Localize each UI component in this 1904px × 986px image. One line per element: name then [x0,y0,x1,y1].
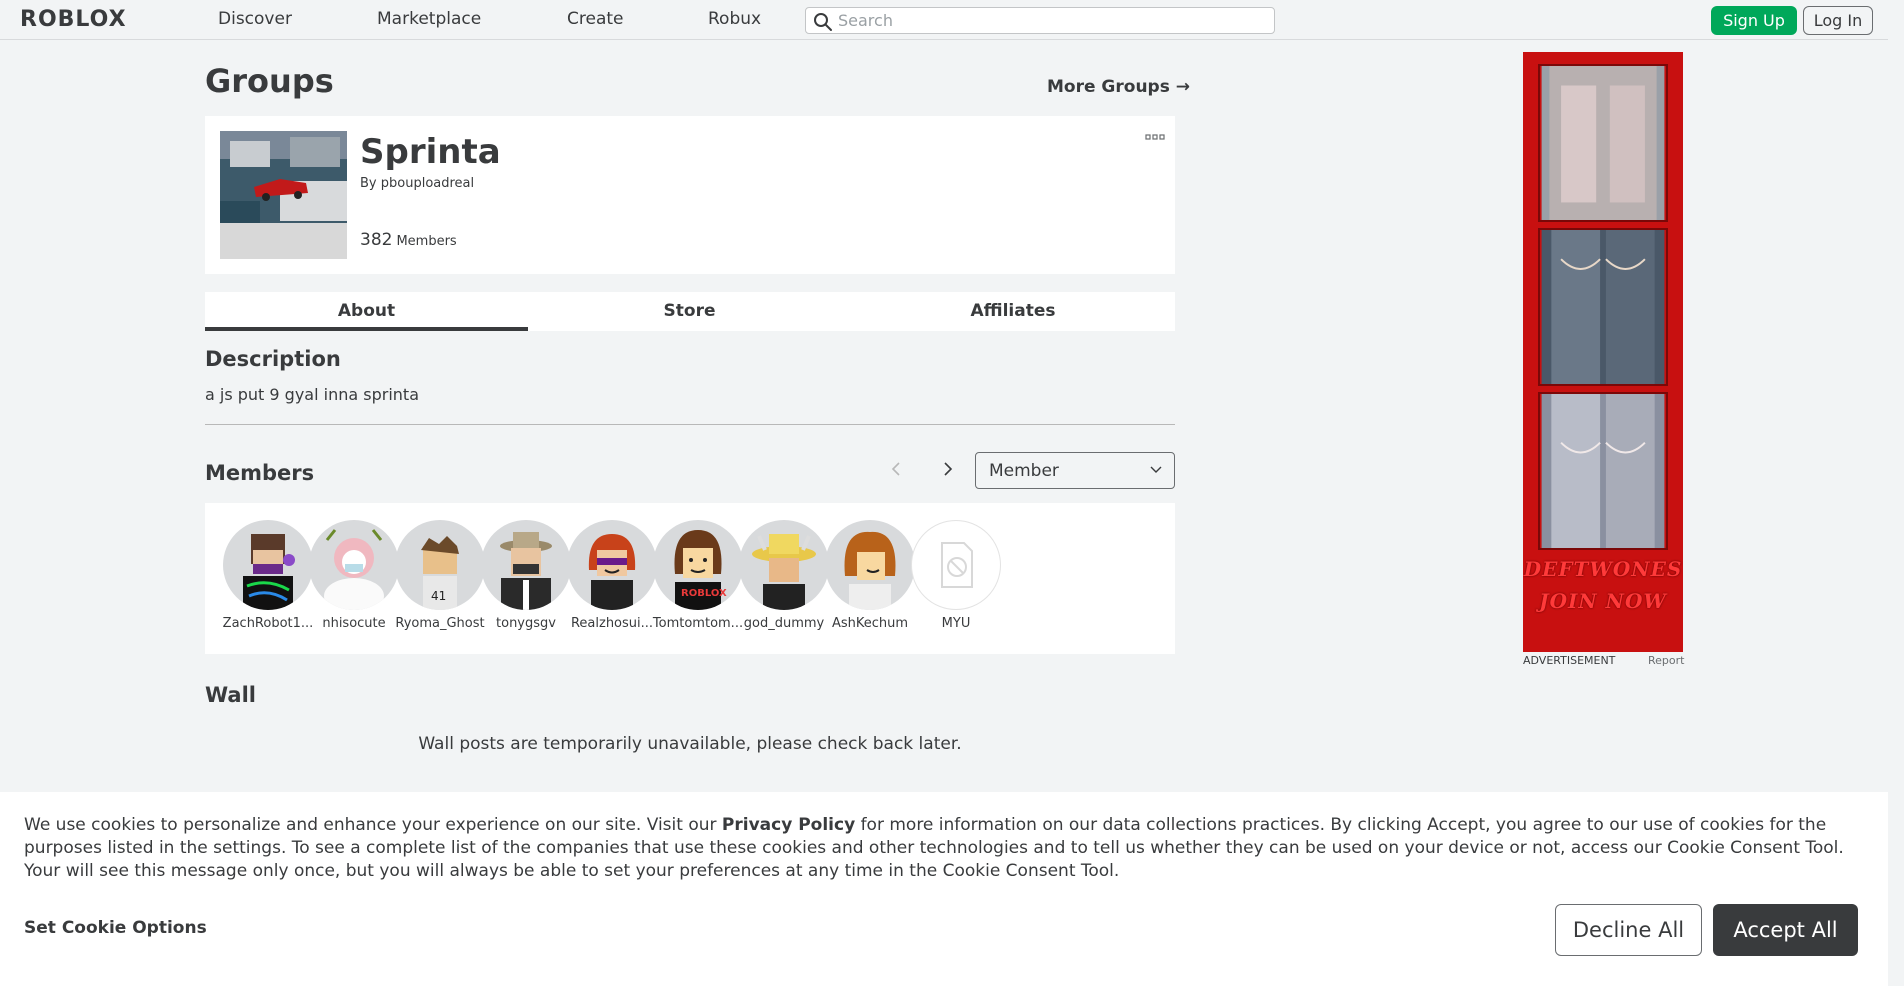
group-name: Sprinta [360,132,501,172]
member-username: Realzhosui... [570,616,654,631]
nav-robux[interactable]: Robux [708,9,761,29]
ad-report-link[interactable]: Report [1648,654,1684,667]
group-header-card: Sprinta By pbouploadreal 382 Members [205,116,1175,274]
owner-prefix: By [360,176,377,191]
ad-headline: DEFTWONES [1523,557,1683,581]
ad-label: ADVERTISEMENT [1523,654,1616,667]
log-in-button[interactable]: Log In [1803,6,1873,35]
member-item[interactable]: 41 Ryoma_Ghost [394,520,486,631]
avatar [567,520,657,610]
group-owner: By pbouploadreal [360,176,474,191]
tab-about[interactable]: About [205,292,528,331]
avatar: 41 [395,520,485,610]
avatar [739,520,829,610]
role-dropdown[interactable]: Member [975,452,1175,489]
avatar: ROBLOX [653,520,743,610]
nav-discover[interactable]: Discover [218,9,292,29]
search-input[interactable] [838,9,1268,32]
member-item[interactable]: ROBLOX Tomtomtom... [652,520,744,631]
sign-up-button[interactable]: Sign Up [1711,6,1797,35]
member-username: ZachRobot1... [222,616,314,631]
member-username: MYU [941,616,971,631]
decline-all-button[interactable]: Decline All [1555,904,1702,956]
ad-subheadline: JOIN NOW [1539,589,1667,613]
owner-link[interactable]: pbouploadreal [381,176,474,191]
tab-affiliates[interactable]: Affiliates [851,292,1175,331]
member-item[interactable]: nhisocute [308,520,400,631]
page-scrollbar[interactable] [1888,0,1904,986]
svg-text:ROBLOX: ROBLOX [681,588,727,599]
page-title: Groups [205,62,334,100]
cookie-message: We use cookies to personalize and enhanc… [24,814,1864,883]
tab-store[interactable]: Store [528,292,851,331]
member-item[interactable]: Realzhosui... [566,520,658,631]
top-navigation-bar: ROBLOX Discover Marketplace Create Robux… [0,0,1904,40]
avatar [309,520,399,610]
privacy-policy-link[interactable]: Privacy Policy [722,815,855,835]
avatar [911,520,1001,610]
group-tabs: About Store Affiliates [205,292,1175,331]
advertisement-banner[interactable]: DEFTWONES JOIN NOW [1523,52,1683,652]
member-item[interactable]: AshKechum [824,520,916,631]
search-box [805,7,1275,34]
avatar [481,520,571,610]
chevron-right-icon[interactable] [937,458,959,480]
unavailable-image-icon [941,542,973,588]
member-username: god_dummy [743,616,825,631]
member-username: Tomtomtom... [652,616,744,631]
group-member-count: 382 Members [360,230,457,250]
member-username: nhisocute [322,616,386,631]
member-username: AshKechum [831,616,909,631]
member-count-label: Members [396,234,457,249]
member-item[interactable]: tonygsgv [480,520,572,631]
member-item[interactable]: MYU [910,520,1002,631]
chevron-down-icon [1150,466,1162,473]
member-item[interactable]: ZachRobot1... [222,520,314,631]
search-icon[interactable] [813,12,833,32]
ad-jeans-image [1538,392,1668,550]
members-list: ZachRobot1... nhisocute 41 Ryoma_Ghost t… [205,503,1175,654]
avatar [825,520,915,610]
nav-create[interactable]: Create [567,9,624,29]
more-groups-link[interactable]: More Groups → [1047,77,1190,97]
avatar [223,520,313,610]
chevron-left-icon[interactable] [885,458,907,480]
roblox-logo[interactable]: ROBLOX [20,7,127,33]
members-title: Members [205,461,315,485]
member-item[interactable]: god_dummy [738,520,830,631]
set-cookie-options-link[interactable]: Set Cookie Options [24,918,207,938]
more-options-icon[interactable] [1145,132,1165,142]
member-username: Ryoma_Ghost [395,616,485,631]
cookie-consent-banner: We use cookies to personalize and enhanc… [0,792,1888,986]
member-count-number: 382 [360,230,393,250]
description-text: a js put 9 gyal inna sprinta [205,385,419,404]
description-title: Description [205,347,341,371]
cookie-text-before: We use cookies to personalize and enhanc… [24,815,722,835]
wall-unavailable-message: Wall posts are temporarily unavailable, … [418,734,962,754]
wall-title: Wall [205,683,256,707]
ad-jeans-image [1538,228,1668,386]
svg-text:41: 41 [431,589,446,603]
role-dropdown-value: Member [989,461,1059,481]
group-emblem-image [220,131,347,259]
accept-all-button[interactable]: Accept All [1713,904,1858,956]
nav-marketplace[interactable]: Marketplace [377,9,481,29]
member-username: tonygsgv [496,616,556,631]
section-divider [205,424,1175,425]
ad-jeans-image [1538,64,1668,222]
